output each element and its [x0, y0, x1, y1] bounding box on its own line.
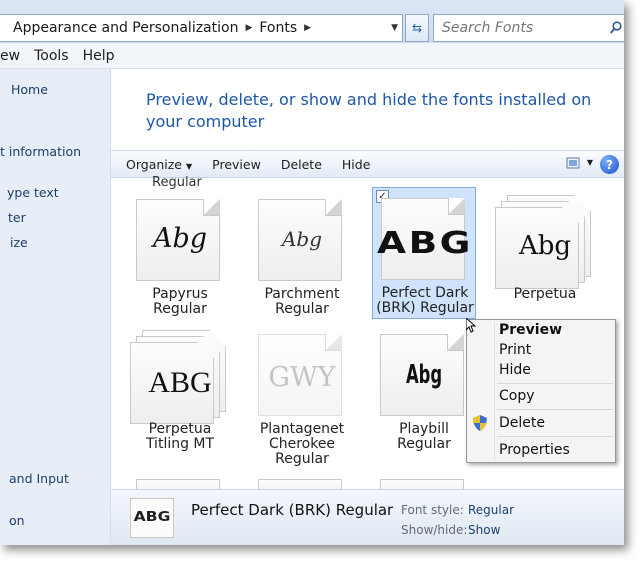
navigation-pane: Home t information ype text ter ize and …: [0, 69, 111, 545]
context-menu-preview[interactable]: Preview: [499, 322, 562, 338]
font-style-value: Regular: [468, 503, 515, 517]
page-fold: [203, 199, 220, 216]
font-tile-perpetua[interactable]: Abg Perpetua: [493, 189, 597, 319]
chevron-down-icon: ▼: [186, 161, 193, 171]
font-tile-perfect-dark[interactable]: ✓ ABG Perfect Dark (BRK) Regular: [372, 187, 476, 319]
context-menu-properties[interactable]: Properties: [499, 442, 570, 458]
nav-link-personalization[interactable]: on: [9, 513, 25, 528]
menu-separator: [497, 409, 613, 410]
nav-link-region-input[interactable]: and Input: [9, 471, 69, 486]
uac-shield-icon: [473, 415, 487, 431]
organize-button[interactable]: Organize ▼: [111, 157, 202, 172]
font-tile-label: Perpetua: [513, 286, 577, 302]
details-font-name: Perfect Dark (BRK) Regular: [191, 501, 394, 519]
refresh-icon: ⇆: [411, 21, 423, 35]
thumbnail-sample: ABG: [133, 510, 171, 525]
show-hide-value: Show: [468, 523, 501, 537]
command-bar: Organize ▼ Preview Delete Hide ▼ ?: [111, 150, 624, 178]
nav-link-cleartype[interactable]: ter: [8, 210, 26, 225]
context-menu-delete[interactable]: Delete: [499, 415, 545, 431]
menu-separator: [497, 436, 613, 437]
font-sample: GWY: [268, 362, 336, 393]
font-tile-label: Perpetua Titling MT: [145, 421, 215, 452]
page-fold: [325, 334, 342, 351]
font-tile-label: Playbill Regular: [397, 421, 451, 452]
organize-label: Organize: [126, 156, 182, 172]
breadcrumb-fonts[interactable]: Fonts: [259, 20, 297, 36]
context-menu-copy[interactable]: Copy: [499, 388, 535, 404]
page-heading: Preview, delete, or show and hide the fo…: [146, 90, 592, 131]
show-hide-label: Show/hide:: [401, 523, 468, 537]
address-bar-area: Appearance and Personalization ▶ Fonts ▶…: [0, 0, 624, 43]
font-thumbnail: ABG: [130, 498, 174, 538]
font-sample: Abg: [405, 360, 443, 390]
font-tile-playbill[interactable]: Abg Playbill Regular: [372, 324, 476, 454]
page-fold: [447, 334, 464, 351]
refresh-button[interactable]: ⇆: [405, 14, 429, 42]
address-bar[interactable]: Appearance and Personalization ▶ Fonts ▶…: [0, 14, 403, 42]
nav-link-font-information[interactable]: t information: [0, 144, 81, 159]
font-style-label: Font style:: [401, 503, 464, 517]
context-menu: Preview Print Hide Copy Delete Propertie…: [466, 319, 616, 463]
change-view-icon[interactable]: [566, 157, 580, 170]
help-button[interactable]: ?: [600, 155, 619, 174]
menu-view[interactable]: ew: [0, 48, 20, 64]
font-tile-label: Parchment Regular: [264, 286, 340, 317]
breadcrumb-separator-icon[interactable]: ▶: [245, 23, 252, 33]
font-sample: ABG: [377, 226, 473, 261]
partial-font-label: Regular: [152, 175, 202, 190]
search-box[interactable]: [433, 14, 624, 42]
menu-gutter: [494, 322, 495, 460]
delete-button[interactable]: Delete: [271, 157, 332, 172]
search-icon[interactable]: [610, 21, 622, 34]
font-tile-label: Papyrus Regular: [152, 286, 208, 317]
fonts-window: Appearance and Personalization ▶ Fonts ▶…: [0, 0, 624, 545]
view-options-dropdown-icon[interactable]: ▼: [587, 158, 593, 167]
font-tile-parchment[interactable]: Abg Parchment Regular: [250, 189, 354, 319]
font-sample: Abg: [152, 223, 208, 254]
menu-help[interactable]: Help: [83, 48, 115, 64]
menu-separator: [497, 383, 613, 384]
font-tile-papyrus[interactable]: Abg Papyrus Regular: [128, 189, 232, 319]
search-input[interactable]: [434, 19, 599, 37]
page-fold: [325, 199, 342, 216]
breadcrumb-appearance[interactable]: Appearance and Personalization: [0, 20, 238, 36]
font-sample: Abg: [281, 227, 323, 251]
nav-link-resize[interactable]: ize: [10, 235, 28, 250]
context-menu-print[interactable]: Print: [499, 342, 531, 358]
details-pane: ABG Perfect Dark (BRK) Regular Font styl…: [111, 489, 624, 545]
hide-button[interactable]: Hide: [332, 157, 381, 172]
menu-bar: ew Tools Help: [0, 43, 624, 69]
nav-link-type-text[interactable]: ype text: [7, 185, 59, 200]
mouse-cursor-icon: [466, 318, 476, 333]
breadcrumb-separator-icon[interactable]: ▶: [304, 23, 311, 33]
page-fold: [448, 198, 465, 215]
font-tile-perpetua-titling[interactable]: ABG Perpetua Titling MT: [128, 324, 232, 454]
font-tile-label: Plantagenet Cherokee Regular: [259, 421, 345, 467]
font-sample: Abg: [518, 231, 572, 261]
content-pane: Preview, delete, or show and hide the fo…: [111, 69, 624, 545]
menu-tools[interactable]: Tools: [34, 48, 69, 64]
address-dropdown-icon[interactable]: ▼: [391, 23, 398, 33]
font-sample: ABG: [148, 366, 212, 399]
font-tile-plantagenet[interactable]: GWY Plantagenet Cherokee Regular: [250, 324, 354, 474]
preview-button[interactable]: Preview: [202, 157, 271, 172]
font-tile-label: Perfect Dark (BRK) Regular: [376, 285, 474, 316]
nav-link-home[interactable]: Home: [11, 82, 48, 97]
context-menu-hide[interactable]: Hide: [499, 362, 531, 378]
